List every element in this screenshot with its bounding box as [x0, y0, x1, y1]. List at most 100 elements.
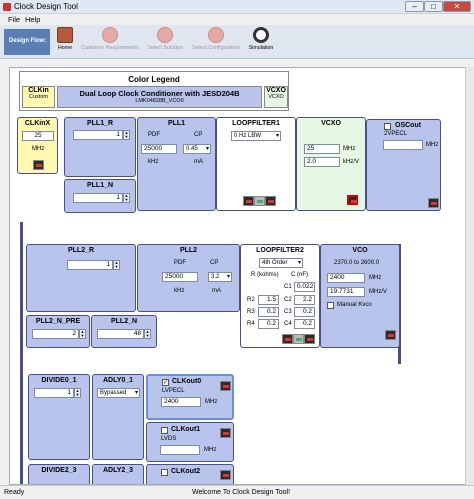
clkout0-config-button[interactable] [220, 381, 231, 391]
r3-input[interactable]: 0.2 [258, 307, 279, 317]
pll1-r-stepper[interactable]: ▲ ▼ [123, 130, 130, 140]
pll2-n-input[interactable]: 48 [97, 329, 144, 339]
pll2-title: PLL2 [179, 247, 198, 254]
vcxo-gain-input[interactable]: 2.0 [304, 157, 340, 167]
r3-label: R3 [247, 309, 255, 315]
pll1-n-stepper[interactable]: ▲ ▼ [123, 193, 130, 203]
pll2-n-pre-input[interactable]: 2 [32, 329, 79, 339]
clkout1-enable-checkbox[interactable] [161, 427, 168, 434]
pll1-cp-unit: mA [194, 159, 203, 165]
vco-range: 2370.0 to 2600.0 [334, 260, 380, 266]
simulation-icon [253, 27, 269, 43]
pll2-n-pre-block: PLL2_N_PRE 2 ▲ ▼ [26, 315, 90, 348]
clkout2-config-button[interactable] [220, 470, 231, 480]
pll2-cp-select[interactable]: 3.2 [208, 272, 232, 282]
loopfilter2-block: LOOPFILTER2 4th Order R (kohms) C (nF) C… [240, 244, 320, 348]
clkout0-enable-checkbox[interactable]: ✓ [162, 379, 169, 386]
toolbar-home[interactable]: Home [54, 27, 76, 51]
legend-device: Dual Loop Clock Conditioner with JESD204… [57, 86, 262, 108]
c2-input[interactable]: 2.2 [294, 295, 315, 305]
vco-title: VCO [352, 247, 368, 254]
oscout-title: OSCout [395, 122, 422, 129]
c3-input[interactable]: 0.2 [294, 307, 315, 317]
vcxo-freq-input[interactable]: 25 [304, 144, 340, 154]
divide0-1-stepper[interactable]: ▲ ▼ [74, 388, 81, 398]
clkout0-block: ✓ CLKout0 LVPECL 2400 MHz [146, 374, 234, 420]
manual-kvco-label: Manual Kvco [337, 302, 372, 308]
c3-label: C3 [284, 309, 292, 315]
pll1-cp-select[interactable]: 0.45 [183, 144, 211, 154]
loopfilter1-title: LOOPFILTER1 [232, 120, 280, 127]
oscout-type: 2VPECL [384, 131, 408, 137]
toolbar-select-configuration[interactable]: Select Configuration [188, 27, 244, 51]
close-button[interactable]: ✕ [443, 1, 471, 12]
clkinx-title: CLKinX [24, 120, 51, 127]
color-legend: Color Legend CLKin Custom Dual Loop Cloc… [19, 71, 289, 111]
pll1-r-input[interactable]: 1 [73, 130, 123, 140]
maximize-button[interactable]: □ [424, 1, 443, 12]
pll1-n-input[interactable]: 1 [73, 193, 123, 203]
toolbar-customer-requirements[interactable]: Customer Requirements [78, 27, 142, 51]
clkout1-freq-input[interactable] [160, 445, 200, 455]
divide2-3-title: DIVIDE2_3 [41, 467, 77, 474]
c4-input[interactable]: 0.2 [294, 319, 315, 329]
loopfilter2-config-icon[interactable] [282, 334, 293, 344]
pll1-title: PLL1 [167, 120, 186, 127]
vco-gain-input[interactable]: 19.7731 [327, 287, 365, 297]
pll2-r-title: PLL2_R [67, 247, 95, 254]
loopfilter1-chart-icon[interactable] [254, 196, 265, 206]
loopfilter2-chart-icon[interactable] [293, 334, 304, 344]
loopfilter1-edit-icon[interactable] [265, 196, 276, 206]
divide0-1-title: DIVIDE0_1 [41, 377, 77, 384]
vco-gain-unit: MHz/V [369, 289, 387, 295]
pll1-pdf-input[interactable]: 25000 [141, 144, 177, 154]
loopfilter1-mode-select[interactable]: 0 Hz LBW [231, 131, 281, 141]
pll2-n-stepper[interactable]: ▲ ▼ [144, 329, 151, 339]
vco-config-button[interactable] [385, 330, 396, 340]
oscout-freq-input[interactable] [383, 140, 423, 150]
manual-kvco-checkbox[interactable] [327, 302, 334, 309]
vco-freq-input[interactable]: 2400 [327, 273, 365, 283]
oscout-enable-checkbox[interactable] [384, 123, 391, 130]
vco-block: VCO 2370.0 to 2600.0 2400 MHz 19.7731 MH… [320, 244, 400, 348]
pll2-pdf-input[interactable]: 25000 [162, 272, 198, 282]
app-icon [3, 3, 11, 11]
loopfilter2-order-select[interactable]: 4th Order [259, 258, 303, 268]
r2-input[interactable]: 1.5 [258, 295, 279, 305]
pll1-pdf-unit: kHz [148, 159, 159, 165]
oscout-unit: MHz [426, 142, 439, 148]
menu-help[interactable]: Help [25, 15, 40, 24]
toolbar-simulation[interactable]: Simulation [246, 27, 276, 51]
divide0-1-input[interactable]: 1 [34, 388, 74, 398]
adly2-3-block: ADLY2_3 [92, 464, 144, 484]
pll2-r-stepper[interactable]: ▲ ▼ [113, 260, 120, 270]
loopfilter1-config-icon[interactable] [243, 196, 254, 206]
pll2-pdf-unit: kHz [174, 288, 185, 294]
adly0-1-mode-select[interactable]: Bypassed [97, 388, 140, 398]
oscout-block: OSCout 2VPECL MHz [366, 119, 441, 211]
clkout2-enable-checkbox[interactable] [161, 469, 168, 476]
oscout-config-button[interactable] [428, 198, 439, 208]
r4-input[interactable]: 0.2 [258, 319, 279, 329]
toolbar-select-solution[interactable]: Select Solution [144, 27, 186, 51]
loopfilter1-block: LOOPFILTER1 0 Hz LBW [216, 117, 296, 211]
pll2-block: PLL2 PDF CP 25000 3.2 kHz mA [137, 244, 240, 312]
home-icon [57, 27, 73, 43]
menu-file[interactable]: File [8, 15, 20, 24]
clkout1-config-button[interactable] [220, 428, 231, 438]
minimize-button[interactable]: – [405, 1, 424, 12]
adly0-1-title: ADLY0_1 [102, 377, 134, 384]
vcxo-config-button[interactable] [347, 195, 358, 205]
pll2-r-input[interactable]: 1 [67, 260, 113, 270]
clkinx-config-button[interactable] [33, 160, 44, 170]
clkinx-freq-input[interactable]: 25 [22, 131, 54, 141]
pll1-pdf-label: PDF [148, 132, 160, 138]
loopfilter2-edit-icon[interactable] [304, 334, 315, 344]
pll2-n-pre-stepper[interactable]: ▲ ▼ [79, 329, 86, 339]
legend-vcxo: VCXO VCXO [264, 86, 288, 108]
clkout0-freq-input[interactable]: 2400 [161, 397, 201, 407]
pll2-pdf-label: PDF [174, 260, 186, 266]
vertical-scrollbar[interactable] [465, 67, 474, 485]
c1-input[interactable]: 0.022 [294, 282, 315, 292]
status-message: Welcome To Clock Design Tool! [192, 489, 291, 496]
